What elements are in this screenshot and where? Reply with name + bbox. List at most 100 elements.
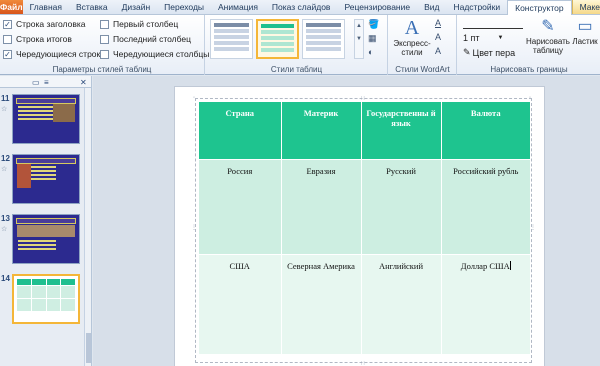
table-cell[interactable]: Английский — [360, 253, 441, 354]
slide-preview-selected — [12, 274, 80, 324]
shading-button[interactable]: 🪣 — [368, 19, 379, 30]
table-header-row: Страна Материк Государственны й язык Вал… — [199, 102, 530, 159]
effects-icon: ◐ — [368, 47, 374, 57]
table-cell[interactable]: Евразия — [280, 158, 361, 254]
cell-text: Доллар США — [460, 260, 510, 271]
wordart-a-icon: A — [404, 17, 420, 39]
banded-rows-checkbox[interactable]: ✓ Чередующиеся строки — [3, 49, 105, 59]
data-table[interactable]: Страна Материк Государственны й язык Вал… — [199, 102, 530, 354]
table-cell[interactable]: Российский рубль — [440, 158, 530, 254]
slide-preview — [12, 154, 80, 204]
draw-borders-group-label: Нарисовать границы — [490, 65, 568, 74]
transition-star-icon: ☆ — [1, 226, 8, 233]
group-table-style-options: ✓ Строка заголовка Строка итогов ✓ Черед… — [0, 15, 209, 75]
tab-slideshow[interactable]: Показ слайдов — [265, 0, 338, 14]
quick-styles-label-2: стили — [401, 48, 423, 57]
wordart-group-label: Стили WordArt — [395, 65, 450, 74]
effects-button[interactable]: ◐ — [368, 47, 373, 57]
group-draw-borders: 1 пт ▼ ✎ Цвет пера ✎ Нарисовать таблицу … — [458, 15, 600, 75]
text-effects-button[interactable]: A — [435, 46, 441, 56]
total-row-checkbox[interactable]: Строка итогов — [3, 34, 72, 44]
table-cell-active[interactable]: Доллар США — [440, 253, 530, 354]
slide-number: 13 — [1, 214, 10, 223]
slide-number: 12 — [1, 154, 10, 163]
tab-design[interactable]: Дизайн — [115, 0, 158, 14]
slide-editing-area: ◦ ∷ ◦ ⋮ ⋮ ∷ Страна Материк Государственн… — [93, 76, 600, 366]
text-fill-icon: A — [435, 18, 442, 28]
resize-handle[interactable]: ⋮ — [191, 224, 197, 231]
table-cell[interactable]: США — [199, 253, 281, 354]
table-style-swatch[interactable] — [210, 19, 253, 59]
panel-scrollbar[interactable] — [84, 88, 91, 366]
checkbox-checked-icon: ✓ — [3, 19, 12, 29]
dropdown-arrow-icon: ▼ — [497, 35, 504, 41]
table-header-cell[interactable]: Государственны й язык — [360, 102, 441, 159]
borders-button[interactable]: ▦ — [368, 33, 377, 44]
tab-table-design[interactable]: Конструктор — [507, 0, 572, 15]
table-cell[interactable]: Русский — [360, 158, 441, 254]
slide-number: 14 — [1, 274, 10, 283]
tab-transitions[interactable]: Переходы — [157, 0, 211, 14]
slide-canvas[interactable]: ◦ ∷ ◦ ⋮ ⋮ ∷ Страна Материк Государственн… — [174, 86, 545, 366]
ribbon-tab-bar: Файл Главная Вставка Дизайн Переходы Ани… — [0, 0, 600, 15]
text-cursor — [509, 260, 511, 270]
eraser-label: Ластик — [572, 37, 598, 46]
table-row: Россия Евразия Русский Российский рубль — [199, 158, 530, 254]
table-header-cell[interactable]: Валюта — [440, 102, 530, 159]
tab-review[interactable]: Рецензирование — [337, 0, 417, 14]
resize-handle[interactable]: ∷ — [361, 360, 365, 366]
text-fill-button[interactable]: A — [435, 18, 441, 28]
text-outline-button[interactable]: A — [435, 32, 441, 42]
gallery-scroll-button[interactable]: ▲ ▼ — [354, 19, 364, 59]
tab-addins[interactable]: Надстройки — [446, 0, 507, 14]
pen-weight-dropdown[interactable]: 1 пт ▼ — [463, 33, 503, 43]
text-effects-icon: A — [435, 46, 442, 56]
slides-tab-icon[interactable]: ▭ — [32, 78, 40, 87]
last-column-label: Последний столбец — [113, 34, 192, 44]
quick-styles-button[interactable]: A Экспресс- стили — [392, 17, 432, 57]
resize-handle[interactable]: ∷ — [361, 95, 365, 102]
outline-tab-icon[interactable]: ≡ — [44, 78, 49, 87]
tab-table-layout[interactable]: Макет — [571, 0, 600, 14]
draw-table-icon: ✎ — [541, 18, 555, 35]
resize-handle[interactable]: ◦ — [193, 95, 195, 101]
first-column-label: Первый столбец — [113, 19, 179, 29]
banded-rows-label: Чередующиеся строки — [16, 49, 105, 59]
pen-icon: ✎ — [463, 47, 471, 57]
draw-table-label-1: Нарисовать — [526, 37, 570, 46]
slide-preview — [12, 214, 80, 264]
tab-insert[interactable]: Вставка — [69, 0, 115, 14]
pen-color-dropdown[interactable]: ✎ Цвет пера — [463, 47, 515, 58]
resize-handle[interactable]: ⋮ — [530, 224, 536, 231]
eraser-icon: ▭ — [577, 18, 593, 35]
close-panel-icon[interactable]: ✕ — [80, 78, 87, 87]
quick-styles-label-1: Экспресс- — [393, 39, 431, 48]
checkbox-empty-icon — [3, 34, 12, 44]
table-header-cell[interactable]: Страна — [199, 102, 281, 159]
last-column-checkbox[interactable]: Последний столбец — [100, 34, 191, 44]
table-header-cell[interactable]: Материк — [280, 102, 361, 159]
checkbox-empty-icon — [100, 49, 109, 59]
checkbox-empty-icon — [100, 19, 109, 29]
scrollbar-thumb[interactable] — [86, 333, 91, 363]
banded-columns-checkbox[interactable]: Чередующиеся столбцы — [100, 49, 209, 59]
header-row-checkbox[interactable]: ✓ Строка заголовка — [3, 19, 86, 29]
table-row: США Северная Америка Английский Доллар С… — [199, 253, 530, 354]
table-style-swatch-selected[interactable] — [256, 19, 299, 59]
tab-file[interactable]: Файл — [0, 0, 23, 14]
paint-bucket-icon: 🪣 — [368, 19, 380, 29]
table-cell[interactable]: Северная Америка — [280, 253, 361, 354]
draw-table-button[interactable]: ✎ Нарисовать таблицу — [526, 17, 570, 55]
pen-style-dropdown[interactable] — [463, 21, 523, 29]
table-cell[interactable]: Россия — [199, 158, 281, 254]
resize-handle[interactable]: ◦ — [529, 95, 531, 101]
tab-animation[interactable]: Анимация — [211, 0, 265, 14]
pen-weight-value: 1 пт — [463, 33, 480, 43]
slide-preview — [12, 94, 80, 144]
table-style-swatch[interactable] — [302, 19, 345, 59]
tab-home[interactable]: Главная — [23, 0, 69, 14]
first-column-checkbox[interactable]: Первый столбец — [100, 19, 178, 29]
pen-color-label: Цвет пера — [472, 47, 516, 58]
eraser-button[interactable]: ▭ Ластик — [571, 17, 599, 46]
tab-view[interactable]: Вид — [417, 0, 446, 14]
